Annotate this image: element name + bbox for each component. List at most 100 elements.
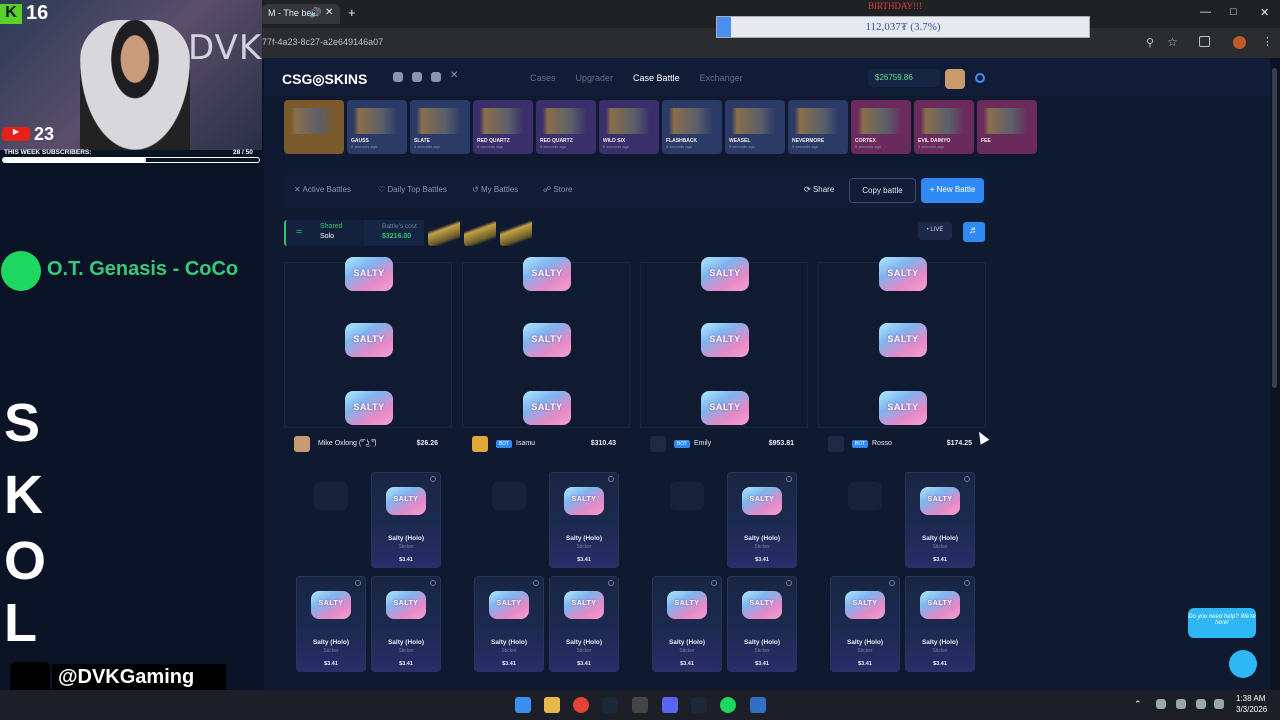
start-icon[interactable] bbox=[515, 697, 531, 713]
user-avatar[interactable] bbox=[945, 69, 965, 89]
pin-icon[interactable] bbox=[711, 580, 717, 586]
x-twitter-icon[interactable]: ✕ bbox=[450, 70, 460, 81]
feed-item[interactable]: RED QUARTZ 5 seconds ago bbox=[473, 100, 533, 154]
close-window-icon[interactable]: ✕ bbox=[1260, 6, 1269, 19]
facebook-icon[interactable] bbox=[412, 72, 422, 82]
tab-my-battles[interactable]: ↺ My Battles bbox=[472, 185, 518, 194]
feed-item[interactable] bbox=[284, 100, 344, 154]
feed-item[interactable]: EVIL DAIMYO 5 seconds ago bbox=[914, 100, 974, 154]
file-explorer-icon[interactable] bbox=[544, 697, 560, 713]
taskbar-time[interactable]: 1:38 AM bbox=[1236, 694, 1265, 703]
sound-toggle-button[interactable]: ♬ bbox=[963, 222, 985, 242]
won-item-card[interactable]: SALTY Salty (Holo) Sticker $3.41 bbox=[296, 576, 366, 672]
tray-chevron-icon[interactable]: ⌃ bbox=[1134, 699, 1144, 709]
mic-icon[interactable] bbox=[1176, 699, 1186, 709]
tab-active-battles[interactable]: ✕ Active Battles bbox=[294, 185, 351, 194]
mute-tab-icon[interactable]: 🔊 bbox=[309, 8, 321, 19]
won-item-card[interactable]: SALTY Salty (Holo) Sticker $3.41 bbox=[549, 472, 619, 568]
display-icon[interactable] bbox=[1196, 699, 1206, 709]
won-item-card[interactable]: SALTY Salty (Holo) Sticker $3.41 bbox=[652, 576, 722, 672]
donation-goal-bar: 112,037₮ (3.7%) bbox=[716, 16, 1090, 38]
item-name: Salty (Holo) bbox=[743, 639, 781, 646]
bookmark-star-icon[interactable]: ☆ bbox=[1167, 35, 1178, 49]
won-item-card[interactable]: SALTY Salty (Holo) Sticker $3.41 bbox=[905, 472, 975, 568]
won-item-card[interactable]: SALTY Salty (Holo) Sticker $3.41 bbox=[905, 576, 975, 672]
spotify-taskbar-icon[interactable] bbox=[720, 697, 736, 713]
nav-cases[interactable]: Cases bbox=[530, 73, 556, 83]
share-button[interactable]: ⟳ Share bbox=[804, 185, 834, 194]
url-text[interactable]: 77f-4a23-8c27-a2e649146a07 bbox=[262, 37, 383, 47]
item-rarity: Sticker bbox=[398, 544, 414, 550]
balance-display[interactable]: $26759.86 bbox=[868, 69, 940, 87]
discord-taskbar-icon[interactable] bbox=[662, 697, 678, 713]
nav-upgrader[interactable]: Upgrader bbox=[576, 73, 614, 83]
pin-icon[interactable] bbox=[608, 476, 614, 482]
pin-icon[interactable] bbox=[964, 476, 970, 482]
copy-battle-button[interactable]: Copy battle bbox=[849, 178, 916, 203]
subs-goal-bar bbox=[2, 157, 260, 163]
scrollbar-thumb[interactable] bbox=[1272, 68, 1277, 388]
feed-item[interactable]: WILD SIX 5 seconds ago bbox=[599, 100, 659, 154]
tab-daily-top-battles[interactable]: ♡ Daily Top Battles bbox=[378, 185, 447, 194]
tab-store[interactable]: ☍ Store bbox=[543, 185, 572, 194]
new-battle-button[interactable]: + New Battle bbox=[921, 178, 984, 203]
discord-icon[interactable] bbox=[393, 72, 403, 82]
won-item-card[interactable]: SALTY Salty (Holo) Sticker $3.41 bbox=[830, 576, 900, 672]
pin-icon[interactable] bbox=[533, 580, 539, 586]
salty-sticker-image: SALTY bbox=[345, 391, 393, 425]
won-item-card[interactable]: SALTY Salty (Holo) Sticker $3.41 bbox=[371, 576, 441, 672]
feed-item[interactable]: NEVERMORE 5 seconds ago bbox=[788, 100, 848, 154]
app-window-icon[interactable] bbox=[750, 697, 766, 713]
extensions-icon[interactable] bbox=[1199, 36, 1210, 47]
profile-icon[interactable] bbox=[1233, 36, 1246, 49]
nav-exchanger[interactable]: Exchanger bbox=[700, 73, 743, 83]
item-price: $3.41 bbox=[502, 661, 516, 667]
chrome-icon[interactable] bbox=[573, 697, 589, 713]
pin-icon[interactable] bbox=[608, 580, 614, 586]
new-tab-icon[interactable]: + bbox=[348, 5, 356, 20]
salty-sticker-image: SALTY bbox=[920, 591, 960, 619]
pin-icon[interactable] bbox=[430, 476, 436, 482]
instagram-icon[interactable] bbox=[431, 72, 441, 82]
weapon-image bbox=[477, 108, 529, 134]
won-item-card[interactable]: SALTY Salty (Holo) Sticker $3.41 bbox=[371, 472, 441, 568]
feed-item-time: 5 seconds ago bbox=[918, 144, 945, 149]
close-tab-icon[interactable]: ✕ bbox=[325, 7, 333, 18]
steam-2-icon[interactable] bbox=[691, 697, 707, 713]
feed-item[interactable]: FEE bbox=[977, 100, 1037, 154]
item-price: $3.41 bbox=[755, 661, 769, 667]
pin-icon[interactable] bbox=[786, 476, 792, 482]
won-item-card[interactable]: SALTY Salty (Holo) Sticker $3.41 bbox=[727, 472, 797, 568]
zoom-icon[interactable]: ⚲ bbox=[1146, 36, 1154, 49]
feed-item[interactable]: SLATE 4 seconds ago bbox=[410, 100, 470, 154]
nav-case-battle[interactable]: Case Battle bbox=[633, 73, 680, 83]
won-item-card[interactable]: SALTY Salty (Holo) Sticker $3.41 bbox=[474, 576, 544, 672]
page-scrollbar[interactable] bbox=[1270, 58, 1280, 690]
pin-icon[interactable] bbox=[889, 580, 895, 586]
maximize-icon[interactable]: □ bbox=[1230, 6, 1237, 18]
obs-icon[interactable] bbox=[632, 697, 648, 713]
overlay-letter: S bbox=[4, 393, 41, 453]
salty-sticker-image: SALTY bbox=[489, 591, 529, 619]
pin-icon[interactable] bbox=[964, 580, 970, 586]
minimize-icon[interactable]: — bbox=[1200, 6, 1211, 18]
site-logo[interactable]: CSG◎SKINS bbox=[282, 71, 367, 88]
feed-item[interactable]: FLASHBACK 5 seconds ago bbox=[662, 100, 722, 154]
steam-icon[interactable] bbox=[602, 697, 618, 713]
won-item-card[interactable]: SALTY Salty (Holo) Sticker $3.41 bbox=[549, 576, 619, 672]
taskbar-date[interactable]: 3/3/2026 bbox=[1236, 705, 1267, 714]
feed-item[interactable]: WEASEL 5 seconds ago bbox=[725, 100, 785, 154]
feed-item[interactable]: GAUSS 4 seconds ago bbox=[347, 100, 407, 154]
pin-icon[interactable] bbox=[355, 580, 361, 586]
help-popup[interactable]: Do you need help? We're here! bbox=[1188, 608, 1256, 638]
settings-gear-icon[interactable] bbox=[975, 73, 985, 83]
menu-dots-icon[interactable]: ⋮ bbox=[1262, 35, 1273, 48]
pin-icon[interactable] bbox=[430, 580, 436, 586]
volume-icon[interactable] bbox=[1214, 699, 1224, 709]
network-icon[interactable] bbox=[1156, 699, 1166, 709]
chat-bubble-icon[interactable] bbox=[1229, 650, 1257, 678]
feed-item[interactable]: CORTEX 5 seconds ago bbox=[851, 100, 911, 154]
pin-icon[interactable] bbox=[786, 580, 792, 586]
feed-item[interactable]: RED QUARTZ 5 seconds ago bbox=[536, 100, 596, 154]
won-item-card[interactable]: SALTY Salty (Holo) Sticker $3.41 bbox=[727, 576, 797, 672]
